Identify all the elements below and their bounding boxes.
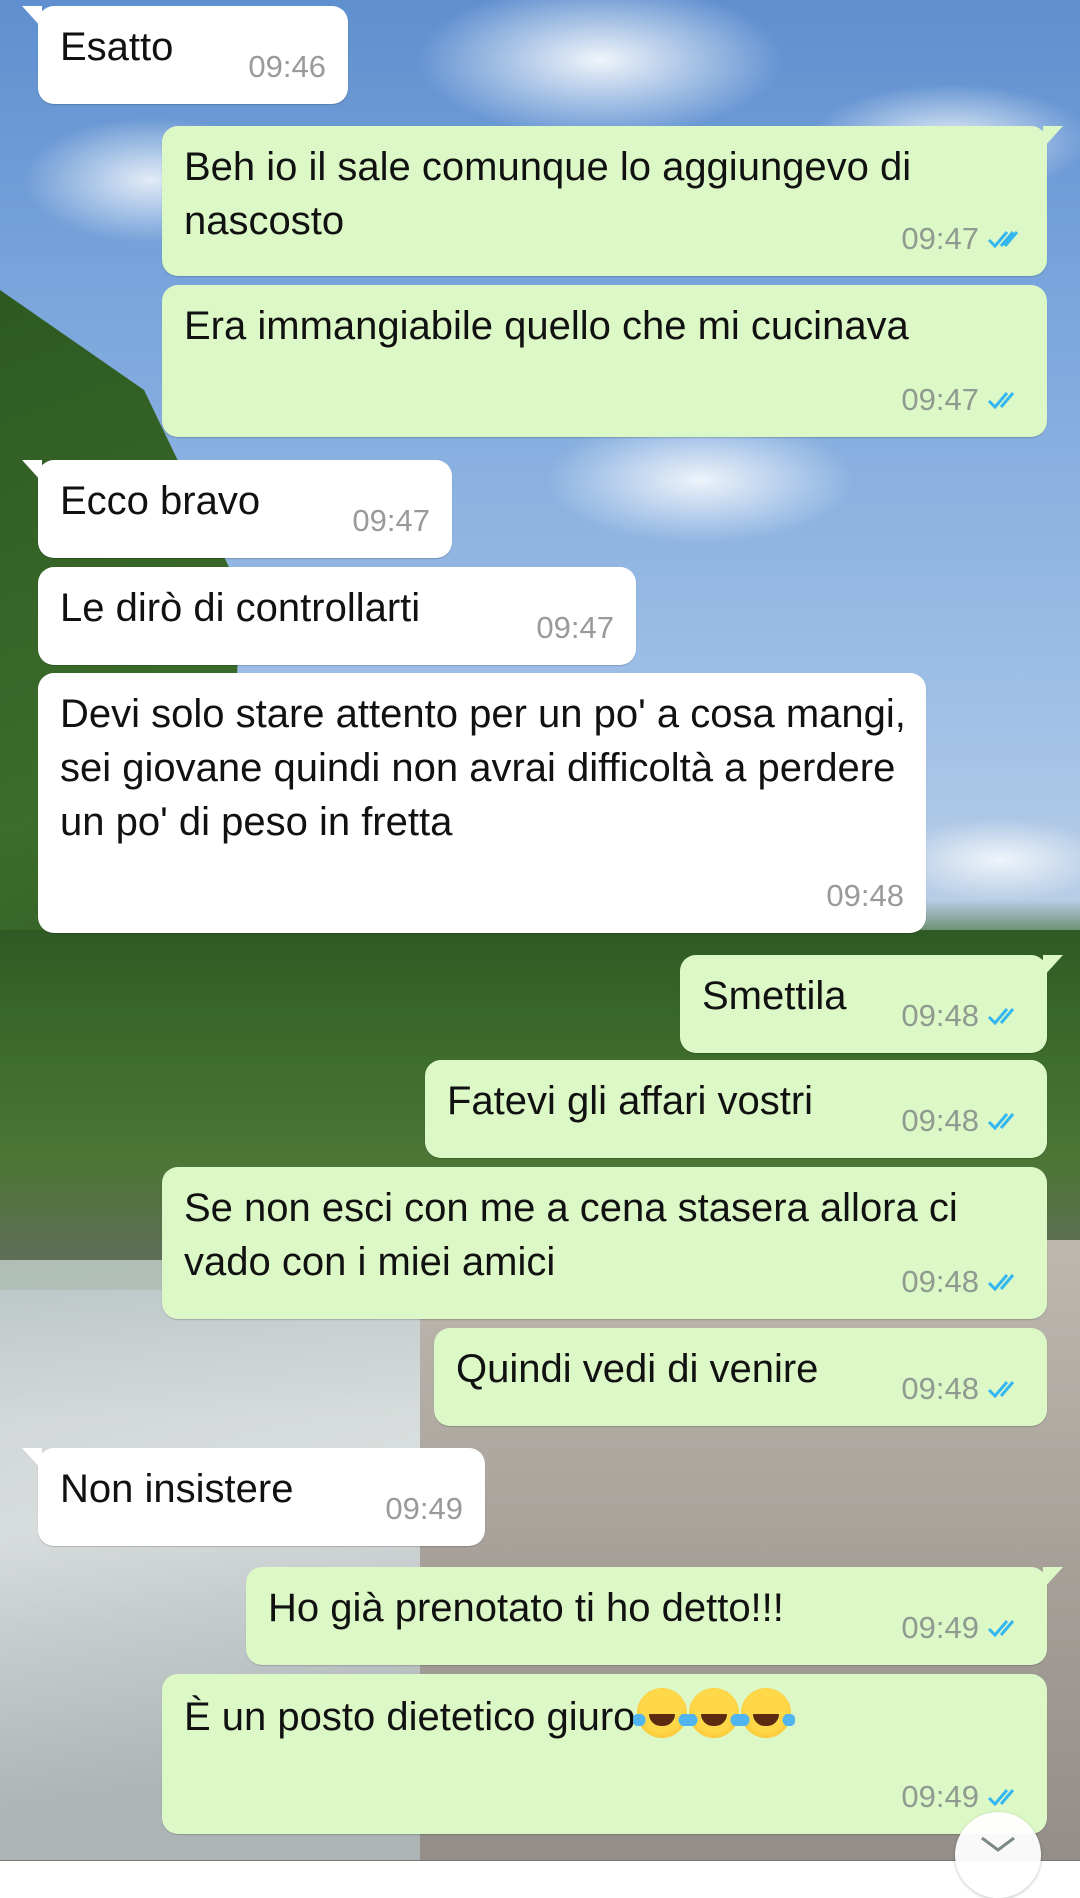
- message-text: È un posto dietetico giuro: [184, 1695, 636, 1739]
- message-meta: 09:48: [826, 869, 904, 923]
- message-time: 09:48: [901, 1103, 979, 1138]
- message-meta: 09:49: [901, 1601, 1025, 1655]
- message-meta: 09:49: [385, 1482, 463, 1536]
- message-time: 09:49: [385, 1491, 463, 1526]
- message-meta: 09:48: [901, 1255, 1025, 1309]
- message-text: Esatto: [60, 25, 174, 69]
- double-check-icon: [987, 1789, 1015, 1807]
- face-with-tears-of-joy-icon: [633, 1688, 692, 1738]
- double-check-icon: [987, 1113, 1015, 1131]
- message-text: Devi solo stare attento per un po' a cos…: [60, 692, 906, 844]
- message-incoming[interactable]: Le dirò di controllarti 09:47: [38, 567, 636, 665]
- message-time: 09:49: [901, 1610, 979, 1645]
- message-text: Ho già prenotato ti ho detto!!!: [268, 1586, 784, 1630]
- message-outgoing[interactable]: È un posto dietetico giuro 09:49: [162, 1674, 1047, 1834]
- message-time: 09:46: [248, 49, 326, 84]
- double-check-icon: [987, 231, 1019, 249]
- message-meta: 09:47: [901, 212, 1025, 266]
- message-time: 09:47: [536, 610, 614, 645]
- scroll-to-bottom-button[interactable]: [955, 1812, 1041, 1898]
- message-text: Era immangiabile quello che mi cucinava: [184, 304, 909, 348]
- message-outgoing[interactable]: Era immangiabile quello che mi cucinava …: [162, 285, 1047, 437]
- message-text: Smettila: [702, 974, 847, 1018]
- message-time: 09:48: [826, 878, 904, 913]
- message-incoming[interactable]: Devi solo stare attento per un po' a cos…: [38, 673, 926, 933]
- double-check-icon: [987, 1620, 1015, 1638]
- message-outgoing[interactable]: Fatevi gli affari vostri 09:48: [425, 1060, 1047, 1158]
- message-outgoing[interactable]: Quindi vedi di venire 09:48: [434, 1328, 1047, 1426]
- message-outgoing[interactable]: Se non esci con me a cena stasera allora…: [162, 1167, 1047, 1319]
- message-meta: 09:48: [901, 1094, 1025, 1148]
- message-incoming[interactable]: Esatto 09:46: [22, 6, 348, 104]
- message-meta: 09:48: [901, 989, 1025, 1043]
- message-time: 09:48: [901, 998, 979, 1033]
- message-time: 09:47: [352, 503, 430, 538]
- face-with-tears-of-joy-icon: [737, 1688, 796, 1738]
- message-incoming[interactable]: Non insistere 09:49: [22, 1448, 485, 1546]
- message-text: Le dirò di controllarti: [60, 586, 421, 630]
- message-incoming[interactable]: Ecco bravo 09:47: [22, 460, 452, 558]
- message-time: 09:48: [901, 1371, 979, 1406]
- message-outgoing[interactable]: Smettila 09:48: [680, 955, 1063, 1053]
- face-with-tears-of-joy-icon: [685, 1688, 744, 1738]
- message-text: Ecco bravo: [60, 479, 261, 523]
- message-text: Beh io il sale comunque lo aggiungevo di…: [184, 145, 912, 243]
- double-check-icon: [987, 1381, 1015, 1399]
- message-outgoing[interactable]: Ho già prenotato ti ho detto!!! 09:49: [246, 1567, 1063, 1665]
- message-meta: 09:48: [901, 1362, 1025, 1416]
- message-time: 09:48: [901, 1264, 979, 1299]
- message-text-line: È un posto dietetico giuro: [184, 1688, 796, 1744]
- message-time: 09:47: [901, 382, 979, 417]
- double-check-icon: [987, 392, 1015, 410]
- message-meta: 09:46: [248, 40, 326, 94]
- message-meta: 09:47: [536, 601, 614, 655]
- message-text: Quindi vedi di venire: [456, 1347, 819, 1391]
- message-text: Non insistere: [60, 1467, 294, 1511]
- message-outgoing[interactable]: Beh io il sale comunque lo aggiungevo di…: [162, 126, 1063, 276]
- message-meta: 09:47: [352, 494, 430, 548]
- message-time: 09:49: [901, 1779, 979, 1814]
- double-check-icon: [987, 1008, 1015, 1026]
- chevron-down-icon: [981, 1836, 1015, 1852]
- message-meta: 09:47: [901, 373, 1025, 427]
- double-check-icon: [987, 1274, 1015, 1292]
- message-time: 09:47: [901, 221, 979, 256]
- message-text: Fatevi gli affari vostri: [447, 1079, 814, 1123]
